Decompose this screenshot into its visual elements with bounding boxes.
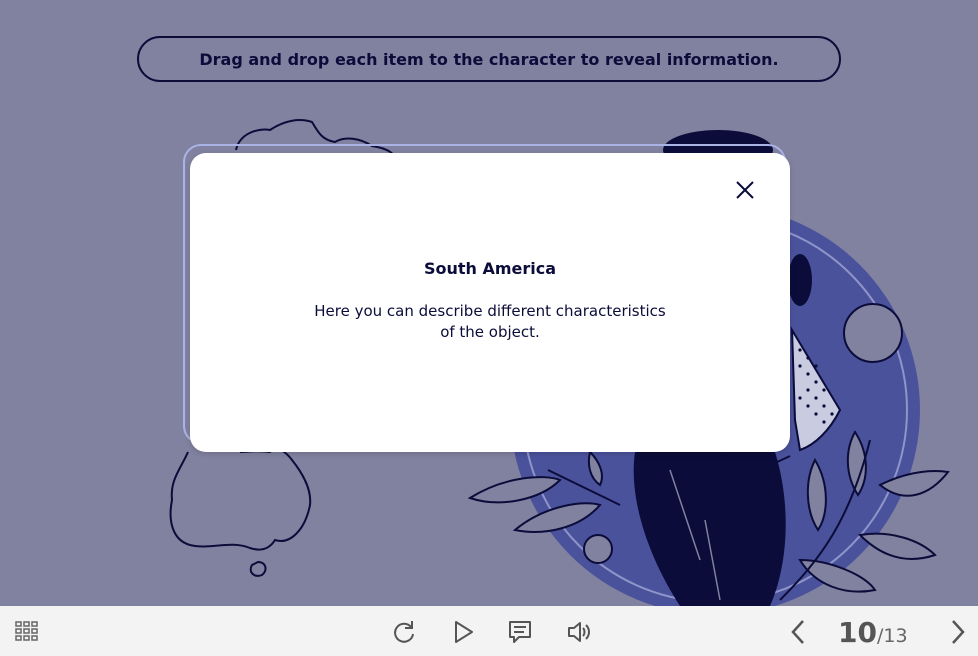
modal-description: Here you can describe different characte… [290, 301, 690, 343]
decor-circle-bottom [583, 534, 613, 564]
slide-stage: Drag and drop each item to the character… [0, 0, 978, 606]
page-total: /13 [876, 625, 908, 647]
modal-title: South America [423, 259, 557, 278]
grid-menu-icon[interactable] [14, 619, 40, 645]
page-counter: 10 /13 [838, 616, 908, 649]
volume-icon[interactable] [566, 619, 592, 645]
modal-description-line-1: Here you can describe different characte… [314, 302, 666, 320]
replay-icon[interactable] [391, 619, 417, 645]
instruction-banner: Drag and drop each item to the character… [137, 36, 841, 82]
decor-circle-right [843, 303, 903, 363]
continent-outline-bottom [169, 448, 312, 551]
island-outline [249, 560, 267, 577]
page-current: 10 [838, 616, 877, 649]
chevron-left-icon[interactable] [786, 619, 812, 645]
info-modal: South America Here you can describe diff… [190, 153, 790, 452]
character-hair [788, 254, 812, 306]
modal-description-line-2: of the object. [440, 323, 540, 341]
notes-icon[interactable] [507, 619, 533, 645]
close-icon[interactable] [734, 179, 756, 201]
play-icon[interactable] [451, 619, 477, 645]
player-toolbar: 10 /13 [0, 606, 978, 656]
chevron-right-icon[interactable] [944, 619, 970, 645]
